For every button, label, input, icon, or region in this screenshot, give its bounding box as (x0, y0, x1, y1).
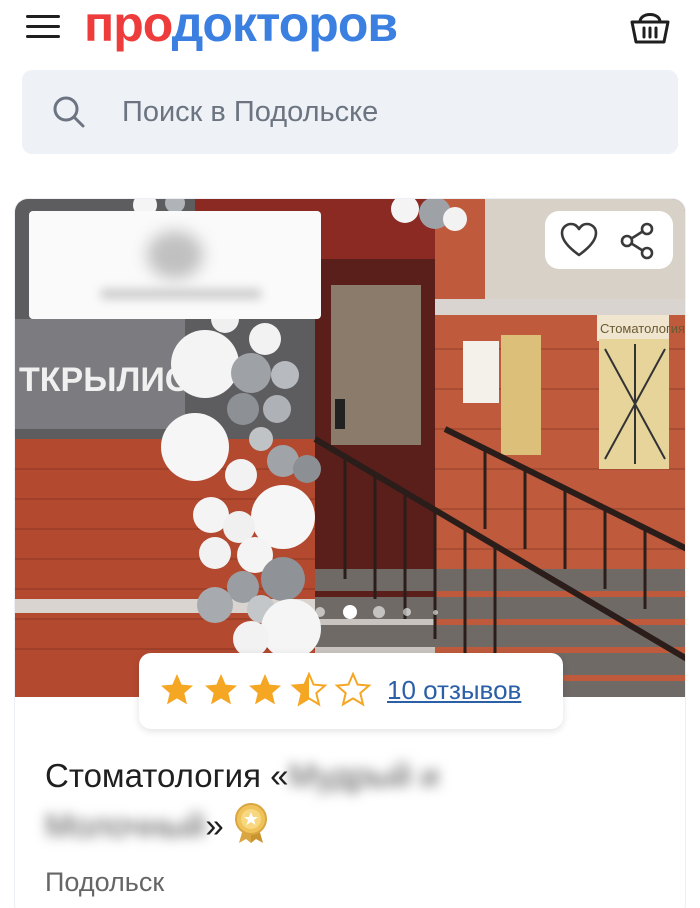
share-icon[interactable] (617, 221, 657, 261)
carousel-dot-active[interactable] (343, 605, 357, 619)
hamburger-menu-icon[interactable] (26, 12, 60, 42)
medal-icon[interactable] (233, 803, 269, 843)
star-rating (159, 671, 379, 708)
carousel-dot[interactable] (373, 606, 385, 618)
basket-icon[interactable] (628, 8, 672, 46)
top-header: продокторов (0, 0, 700, 58)
search-icon (52, 95, 86, 129)
site-logo[interactable]: продокторов (84, 0, 398, 54)
title-blurred-name-2: Молочный (45, 807, 206, 844)
clinic-title[interactable]: Стоматология «Мудрый и Молочный» (45, 751, 665, 851)
carousel-dot[interactable] (315, 607, 325, 617)
card-actions (545, 211, 673, 269)
search-placeholder: Поиск в Подольске (122, 96, 379, 128)
blurred-clinic-sign (29, 211, 321, 319)
title-suffix: » (205, 807, 224, 844)
title-prefix: Стоматология « (45, 757, 289, 794)
logo-part-pro: про (84, 0, 173, 52)
clinic-card[interactable]: ТКРЫЛИСЬ Стоматология 10 отзывов Стомато… (14, 198, 686, 908)
carousel-dot[interactable] (403, 608, 411, 616)
clinic-photo[interactable]: ТКРЫЛИСЬ Стоматология (15, 199, 685, 697)
heart-icon[interactable] (559, 221, 599, 261)
photo-sign-right: Стоматология (600, 321, 685, 336)
star-icon (161, 671, 372, 707)
search-input[interactable]: Поиск в Подольске (22, 70, 678, 154)
logo-part-doctors: докторов (171, 0, 398, 52)
rating-panel: 10 отзывов (139, 653, 563, 729)
carousel-dot[interactable] (433, 610, 438, 615)
clinic-city: Подольск (45, 867, 165, 897)
title-blurred-name-1: Мудрый и (288, 757, 440, 794)
reviews-link[interactable]: 10 отзывов (387, 675, 521, 706)
